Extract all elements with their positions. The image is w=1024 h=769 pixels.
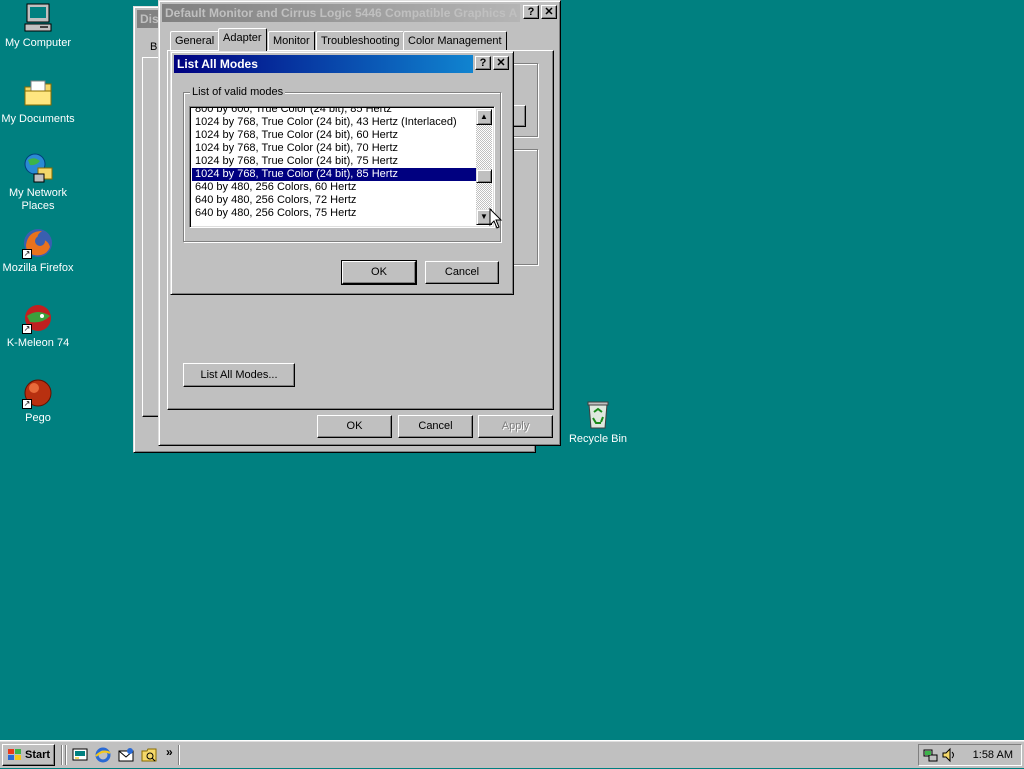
adapter-properties-titlebar[interactable]: Default Monitor and Cirrus Logic 5446 Co…: [162, 4, 520, 22]
explorer-icon[interactable]: [141, 747, 157, 763]
tab-color-management[interactable]: Color Management: [403, 31, 507, 50]
start-button[interactable]: Start: [2, 744, 55, 766]
internet-explorer-icon[interactable]: [95, 747, 111, 763]
desktop-icon-label: My Computer: [4, 37, 72, 49]
taskbar-separator: [61, 745, 63, 765]
tab-troubleshooting[interactable]: Troubleshooting: [316, 31, 405, 50]
start-label: Start: [25, 749, 51, 761]
tab-monitor[interactable]: Monitor: [268, 31, 315, 50]
desktop-icon-label: K-Meleon 74: [6, 337, 70, 349]
mode-list-item[interactable]: 1024 by 768, True Color (24 bit), 85 Her…: [192, 168, 476, 181]
scroll-up-button[interactable]: ▲: [476, 109, 492, 125]
window-title: Dis: [140, 12, 159, 26]
system-tray: 1:58 AM: [918, 744, 1022, 766]
taskbar: Start » 1:58 AM: [0, 740, 1024, 768]
desktop-icon-my-network-places[interactable]: My Network Places: [0, 152, 78, 213]
cancel-button[interactable]: Cancel: [398, 415, 473, 438]
mode-list-item[interactable]: 1024 by 768, True Color (24 bit), 43 Her…: [192, 116, 476, 129]
folder-documents-icon: [22, 78, 54, 110]
mouse-cursor: [489, 207, 503, 233]
tab-general[interactable]: General: [170, 31, 220, 50]
desktop-icon-k-meleon[interactable]: ↗ K-Meleon 74: [0, 302, 78, 350]
dialog-help-button[interactable]: ?: [475, 56, 491, 70]
desktop-icon-label: My Network Places: [8, 187, 68, 212]
mode-list-item[interactable]: 640 by 480, 256 Colors, 72 Hertz: [192, 194, 476, 207]
modes-listbox[interactable]: 800 by 600, True Color (24 bit), 85 Hert…: [189, 106, 495, 228]
close-icon: ✕: [544, 6, 554, 18]
arrow-down-icon: ▼: [480, 212, 488, 221]
desktop-icon-pego[interactable]: ↗ Pego: [0, 377, 78, 425]
help-button[interactable]: ?: [523, 5, 539, 19]
quick-launch-chevron[interactable]: »: [166, 745, 173, 759]
list-all-modes-titlebar[interactable]: List All Modes: [174, 55, 473, 73]
computer-icon: [22, 2, 54, 34]
mode-list-item[interactable]: 1024 by 768, True Color (24 bit), 60 Her…: [192, 129, 476, 142]
modes-list: 800 by 600, True Color (24 bit), 85 Hert…: [192, 107, 476, 220]
window-title: Default Monitor and Cirrus Logic 5446 Co…: [165, 6, 518, 20]
desktop-icon-label: Recycle Bin: [568, 433, 628, 445]
kmeleon-icon: ↗: [22, 302, 54, 334]
scroll-thumb[interactable]: [476, 169, 492, 183]
desktop-icon-label: Mozilla Firefox: [2, 262, 74, 274]
taskbar-separator: [65, 745, 67, 765]
desktop-icon-mozilla-firefox[interactable]: ↗ Mozilla Firefox: [0, 227, 78, 275]
network-icon: [22, 152, 54, 184]
shortcut-arrow-icon: ↗: [22, 324, 32, 334]
windows-logo-icon: [7, 748, 23, 769]
taskbar-separator: [178, 745, 180, 765]
desktop-icon-my-documents[interactable]: My Documents: [0, 78, 78, 126]
ok-button[interactable]: OK: [317, 415, 392, 438]
tab-adapter[interactable]: Adapter: [218, 28, 267, 51]
mode-list-item[interactable]: 640 by 480, 256 Colors, 75 Hertz: [192, 207, 476, 220]
desktop-icon-label: My Documents: [1, 113, 75, 125]
outlook-express-icon[interactable]: [118, 747, 134, 763]
close-button[interactable]: ✕: [541, 5, 557, 19]
shortcut-arrow-icon: ↗: [22, 249, 32, 259]
desktop-icon-my-computer[interactable]: My Computer: [0, 2, 78, 50]
mode-list-item[interactable]: 1024 by 768, True Color (24 bit), 70 Her…: [192, 142, 476, 155]
apply-button[interactable]: Apply: [478, 415, 553, 438]
desktop-icon-recycle-bin[interactable]: Recycle Bin: [558, 398, 638, 446]
dialog-title: List All Modes: [177, 57, 258, 71]
mode-list-item[interactable]: 800 by 600, True Color (24 bit), 85 Hert…: [192, 107, 476, 116]
valid-modes-label: List of valid modes: [190, 86, 286, 98]
recycle-bin-icon: [582, 398, 614, 430]
mode-list-item[interactable]: 1024 by 768, True Color (24 bit), 75 Her…: [192, 155, 476, 168]
show-desktop-icon[interactable]: [72, 747, 88, 763]
shortcut-arrow-icon: ↗: [22, 399, 32, 409]
close-icon: ✕: [496, 57, 506, 69]
dialog-close-button[interactable]: ✕: [493, 56, 509, 70]
back-tab-fragment[interactable]: B: [150, 41, 157, 53]
dialog-cancel-button[interactable]: Cancel: [425, 261, 499, 284]
list-all-modes-dialog[interactable]: List All Modes ? ✕ List of valid modes 8…: [170, 51, 514, 295]
firefox-icon: ↗: [22, 227, 54, 259]
volume-tray-icon[interactable]: [941, 747, 957, 763]
network-tray-icon[interactable]: [923, 747, 939, 763]
list-all-modes-button[interactable]: List All Modes...: [183, 363, 295, 387]
pego-icon: ↗: [22, 377, 54, 409]
clock[interactable]: 1:58 AM: [973, 748, 1013, 762]
arrow-up-icon: ▲: [480, 112, 488, 121]
dialog-ok-button[interactable]: OK: [341, 260, 417, 285]
desktop-icon-label: Pego: [25, 412, 51, 424]
mode-list-item[interactable]: 640 by 480, 256 Colors, 60 Hertz: [192, 181, 476, 194]
